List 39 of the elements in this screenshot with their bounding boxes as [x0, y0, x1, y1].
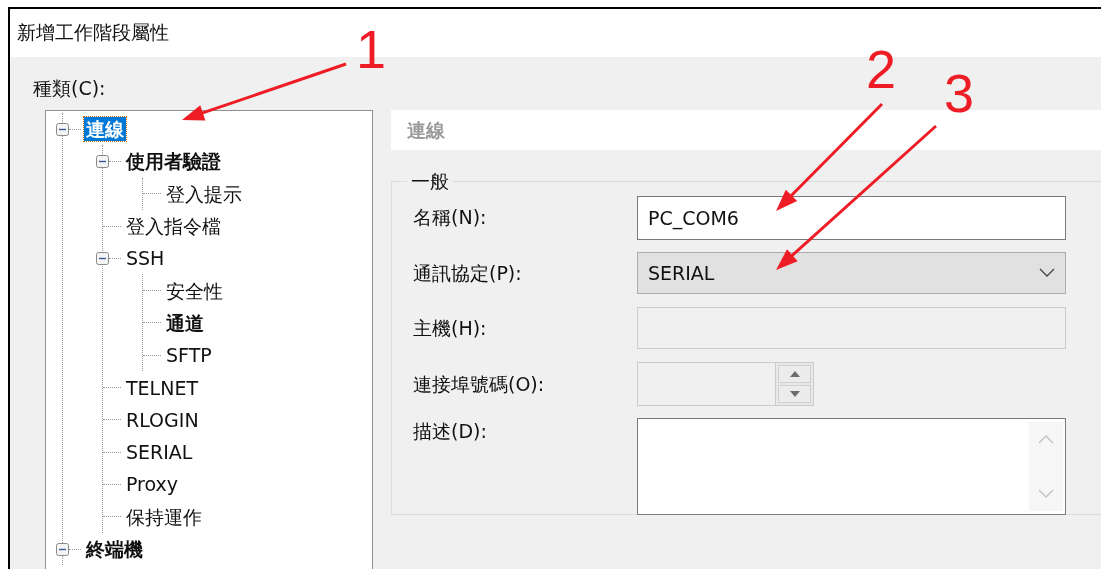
tree-item[interactable]: 通道 — [164, 310, 206, 335]
tree-item[interactable]: SERIAL — [124, 440, 195, 465]
spin-down-button[interactable] — [778, 385, 811, 403]
number-field[interactable] — [637, 362, 814, 406]
tree-item[interactable]: 保持運作 — [124, 504, 204, 529]
annotation-number: 3 — [944, 66, 975, 120]
group-title: 一般 — [410, 170, 450, 192]
field-label: 描述(D): — [413, 419, 488, 444]
chevron-down-icon — [1039, 268, 1055, 278]
tree-item[interactable]: 終端機 — [84, 537, 145, 561]
window-title: 新增工作階段屬性 — [17, 21, 169, 43]
tree-item[interactable]: SFTP — [164, 343, 214, 368]
minus-box-icon[interactable] — [56, 122, 69, 136]
field-label: 連接埠號碼(O): — [413, 372, 546, 397]
tree-item[interactable]: Proxy — [124, 472, 181, 497]
tree-item[interactable]: TELNET — [124, 375, 201, 400]
tree-item[interactable]: 連線 — [84, 117, 126, 142]
spin-up-button[interactable] — [778, 365, 811, 383]
category-label: 種類(C): — [33, 77, 106, 99]
annotation-number: 1 — [356, 22, 387, 76]
field-label: 通訊協定(P): — [413, 261, 523, 286]
triangle-down-icon — [789, 391, 800, 397]
tree-item[interactable]: 使用者驗證 — [124, 149, 223, 174]
minus-box-icon[interactable] — [96, 251, 109, 265]
minus-box-icon[interactable] — [96, 154, 109, 168]
dropdown[interactable]: SERIAL — [637, 252, 1066, 294]
tree-item[interactable]: SSH — [124, 246, 167, 271]
tree-item[interactable]: 登入指令檔 — [124, 214, 223, 239]
field-label: 名稱(N): — [413, 205, 488, 230]
field-label: 主機(H): — [413, 316, 488, 341]
panel-title: 連線 — [407, 119, 445, 141]
dropdown-value: SERIAL — [648, 262, 715, 284]
tree-item[interactable]: RLOGIN — [124, 407, 201, 432]
minus-box-icon[interactable] — [56, 542, 69, 556]
triangle-up-icon — [789, 371, 800, 377]
tree-item[interactable]: 安全性 — [164, 278, 225, 303]
annotation-number: 2 — [866, 42, 897, 96]
text-field[interactable]: PC_COM6 — [637, 196, 1066, 240]
tree-item[interactable]: 登入提示 — [164, 181, 244, 206]
